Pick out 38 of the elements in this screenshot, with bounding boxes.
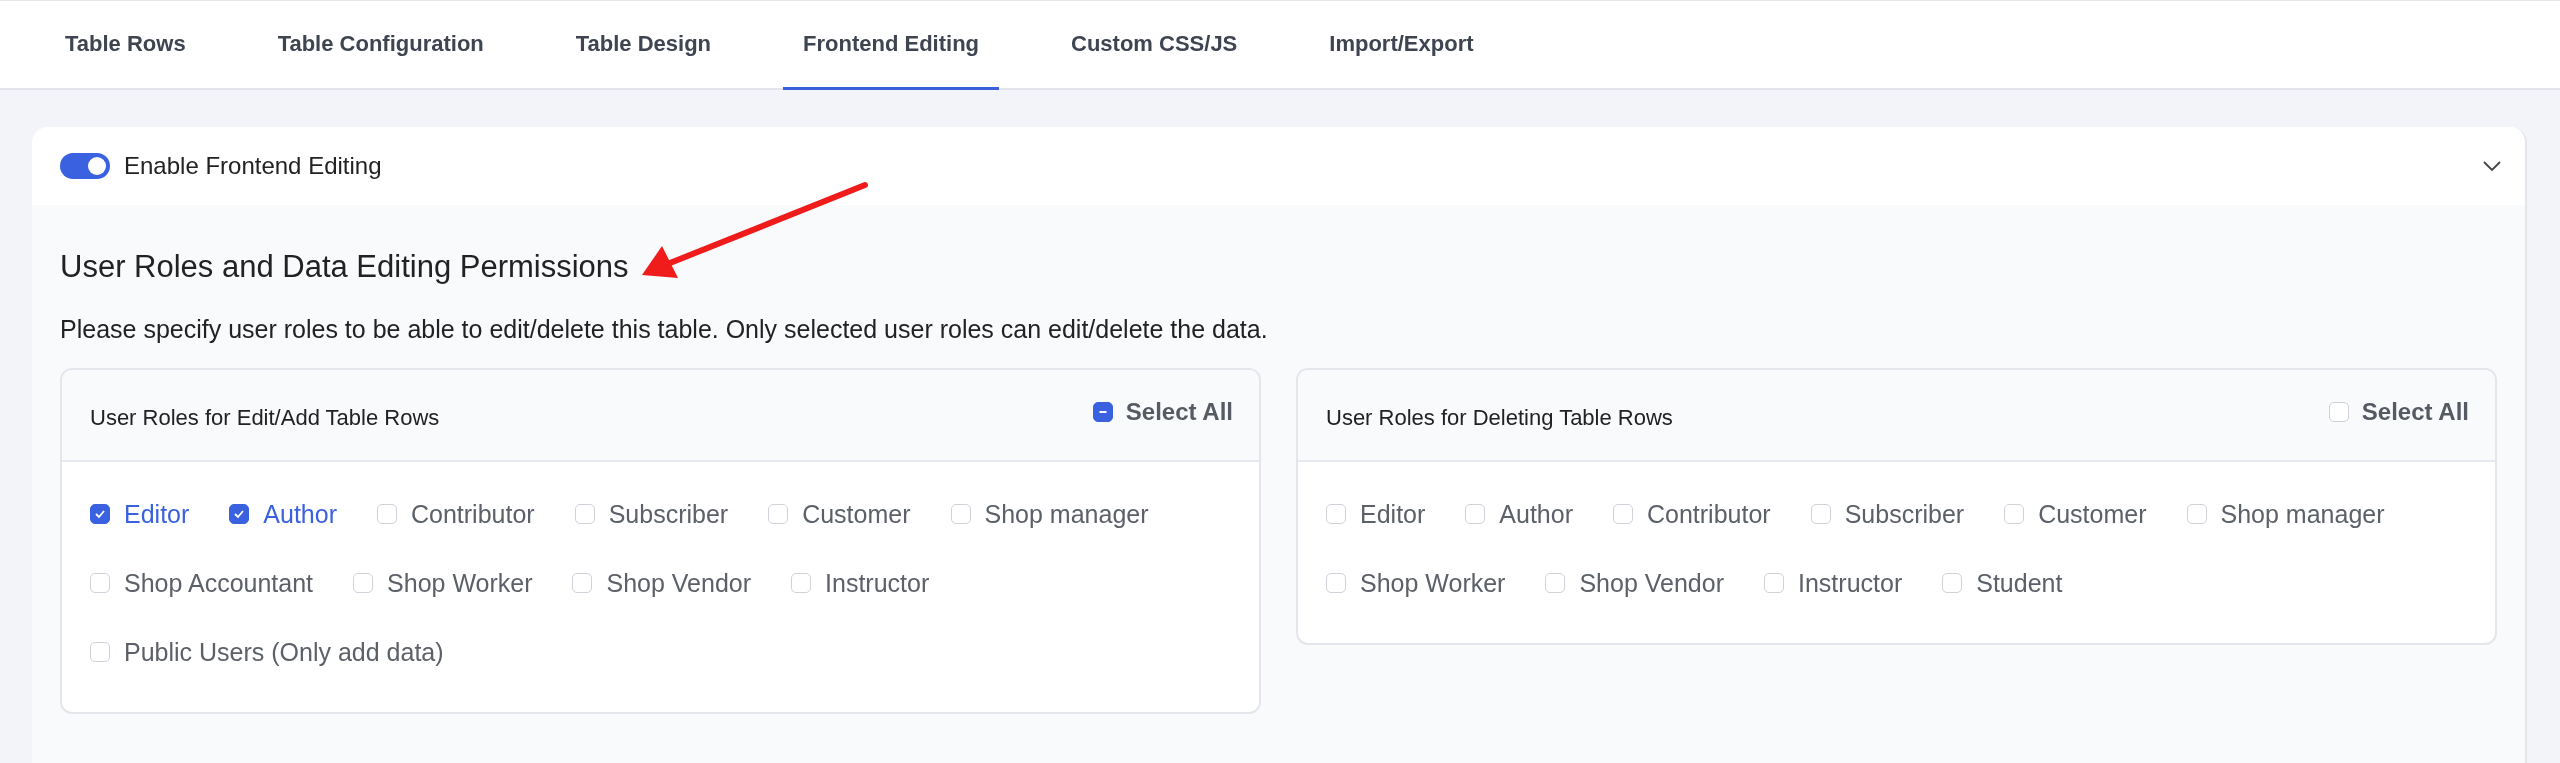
role-checkbox[interactable]: Contributor bbox=[377, 498, 535, 530]
checkmark-icon bbox=[233, 508, 246, 520]
role-checkbox[interactable]: Shop Worker bbox=[1326, 567, 1506, 599]
role-checkbox[interactable]: Author bbox=[229, 498, 337, 530]
section-heading: User Roles and Data Editing Permissions bbox=[60, 249, 630, 285]
role-checkbox[interactable]: Shop Vendor bbox=[1545, 567, 1724, 599]
role-checkbox[interactable]: Customer bbox=[2004, 498, 2147, 530]
role-checkbox[interactable]: Editor bbox=[90, 498, 190, 530]
role-checkbox[interactable]: Instructor bbox=[791, 567, 930, 599]
panel-title: User Roles for Deleting Table Rows bbox=[1326, 405, 1673, 431]
role-checkbox[interactable]: Shop manager bbox=[950, 498, 1149, 530]
tab[interactable]: Import/Export bbox=[1309, 1, 1494, 90]
panel-title: User Roles for Edit/Add Table Rows bbox=[90, 405, 440, 431]
tab[interactable]: Table Design bbox=[555, 1, 732, 90]
checkmark-icon bbox=[94, 508, 106, 520]
tab[interactable]: Custom CSS/JS bbox=[1051, 1, 1258, 90]
role-checkbox[interactable]: Shop Vendor bbox=[572, 567, 752, 599]
role-checkbox[interactable]: Instructor bbox=[1764, 567, 1903, 599]
chevron-down-icon[interactable] bbox=[2483, 161, 2501, 171]
select-all-checkbox[interactable]: Select All bbox=[2328, 398, 2469, 426]
tab[interactable]: Frontend Editing bbox=[783, 1, 1000, 90]
role-checkbox[interactable]: Contributor bbox=[1613, 498, 1771, 530]
role-checkbox[interactable]: Customer bbox=[768, 498, 911, 530]
toggle-switch[interactable] bbox=[60, 153, 110, 179]
tab[interactable]: Table Configuration bbox=[257, 1, 504, 90]
select-all-checkbox[interactable]: Select All bbox=[1092, 398, 1233, 426]
role-checkbox[interactable]: Public Users (Only add data) bbox=[90, 636, 444, 668]
toggle-label: Enable Frontend Editing bbox=[124, 152, 382, 180]
tab[interactable]: Table Rows bbox=[45, 1, 206, 90]
role-checkbox[interactable]: Student bbox=[1942, 567, 2063, 599]
role-checkbox[interactable]: Shop Worker bbox=[353, 567, 533, 599]
role-checkbox[interactable]: Shop Accountant bbox=[90, 567, 314, 599]
role-checkbox[interactable]: Subscriber bbox=[1810, 498, 1965, 530]
role-checkbox[interactable]: Shop manager bbox=[2186, 498, 2385, 530]
role-checkbox[interactable]: Subscriber bbox=[574, 498, 729, 530]
role-checkbox[interactable]: Author bbox=[1465, 498, 1573, 530]
role-checkbox[interactable]: Editor bbox=[1326, 498, 1426, 530]
section-description: Please specify user roles to be able to edit/delete this table. Only selected user roles can edit/delete the data. bbox=[60, 315, 1269, 344]
